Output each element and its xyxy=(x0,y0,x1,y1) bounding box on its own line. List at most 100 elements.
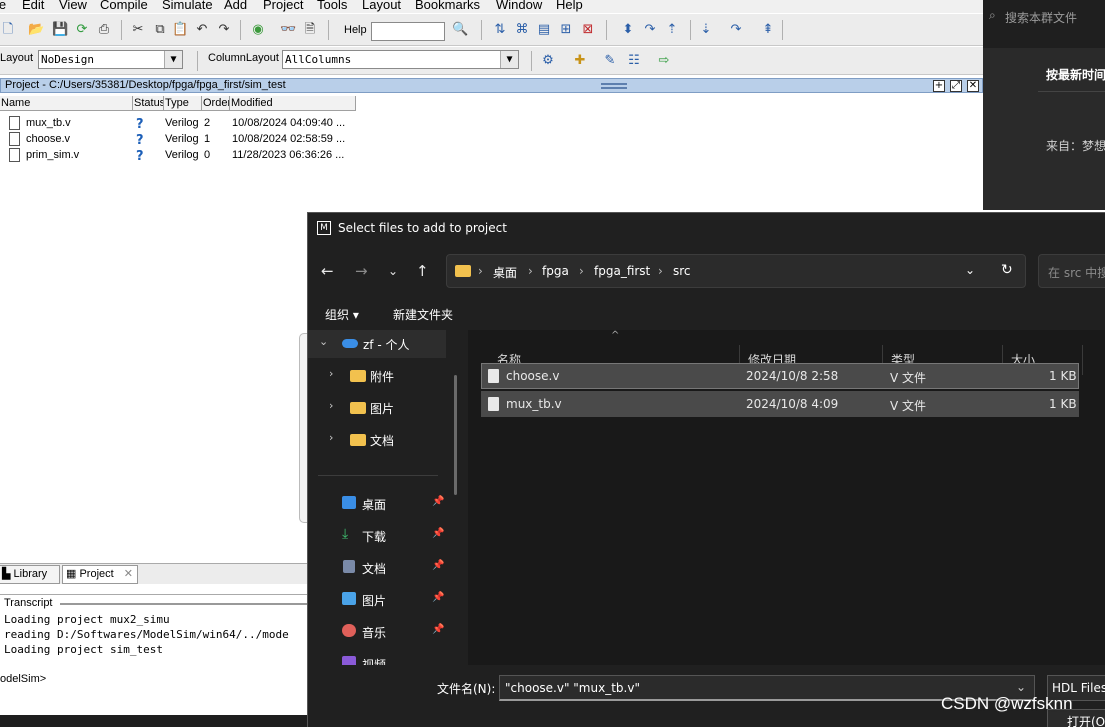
nav-folder-attachments[interactable]: › 附件 xyxy=(308,362,446,390)
undock-icon[interactable]: ⤢ xyxy=(950,80,962,92)
chevron-right-icon[interactable]: › xyxy=(329,367,333,380)
quick-access-documents[interactable]: 文档 📌 xyxy=(308,554,453,582)
column-header-type[interactable]: Type xyxy=(164,96,202,111)
chevron-right-icon[interactable]: › xyxy=(329,399,333,412)
redo-icon[interactable]: ↷ xyxy=(216,22,232,38)
pin-icon[interactable]: 📌 xyxy=(432,592,444,603)
csdn-search-bar[interactable]: ⌕ 搜索本群文件 xyxy=(983,0,1105,48)
step-out-dropdown-icon[interactable]: ⇞ xyxy=(760,22,776,38)
address-history-chevron-icon[interactable]: ⌄ xyxy=(965,263,975,277)
menu-add[interactable]: Add xyxy=(224,0,247,12)
close-tab-icon[interactable]: ✕ xyxy=(124,566,133,583)
compile-icon[interactable]: ◉ xyxy=(250,22,266,38)
menu-edit[interactable]: Edit xyxy=(22,0,44,12)
dataflow-icon[interactable]: ⌘ xyxy=(514,22,530,38)
refresh-icon[interactable]: ↻ xyxy=(1001,262,1013,278)
refresh-icon[interactable]: ⟳ xyxy=(74,22,90,38)
organize-button[interactable]: 组织 ▾ xyxy=(325,306,359,323)
step-icon[interactable]: ⬍ xyxy=(620,22,636,38)
menu-layout[interactable]: Layout xyxy=(362,0,401,12)
transcript-prompt[interactable]: odelSim> xyxy=(0,673,46,685)
print-icon[interactable]: ⎙ xyxy=(96,22,112,38)
quick-access-desktop[interactable]: 桌面 📌 xyxy=(308,490,453,518)
column-header-order[interactable]: Order xyxy=(202,96,230,111)
menu-view[interactable]: View xyxy=(59,0,87,12)
add-column-icon[interactable]: ✚ xyxy=(572,53,588,69)
chevron-down-icon[interactable]: ⌄ xyxy=(1016,680,1026,694)
nav-folder-pictures[interactable]: › 图片 xyxy=(308,394,446,422)
menu-help[interactable]: Help xyxy=(556,0,583,12)
nav-folder-documents[interactable]: › 文档 xyxy=(308,426,446,454)
column-settings-icon[interactable]: ⚙ xyxy=(540,53,556,69)
layout-select[interactable]: NoDesign ▼ xyxy=(38,50,183,69)
menu-project[interactable]: Project xyxy=(263,0,303,12)
nav-onedrive[interactable]: ⌄ zf - 个人 xyxy=(308,330,446,358)
table-row[interactable]: choose.v ? Verilog 1 10/08/2024 02:58:59… xyxy=(0,132,360,148)
recent-chevron-icon[interactable]: ⌄ xyxy=(388,264,398,278)
quick-access-videos[interactable]: 视频 xyxy=(308,650,453,665)
pin-icon[interactable]: 📌 xyxy=(432,624,444,635)
column-edit-icon[interactable]: ✎ xyxy=(602,53,618,69)
pin-icon[interactable]: 📌 xyxy=(432,560,444,571)
table-row[interactable]: mux_tb.v ? Verilog 2 10/08/2024 04:09:40… xyxy=(0,116,360,132)
menu-simulate[interactable]: Simulate xyxy=(162,0,213,12)
quick-access-music[interactable]: 音乐 📌 xyxy=(308,618,453,646)
menu-file[interactable]: le xyxy=(0,0,6,12)
sort-by-latest[interactable]: 按最新时间 xyxy=(1046,66,1105,83)
tab-project[interactable]: ▦ Project ✕ xyxy=(62,565,138,584)
list-item[interactable]: choose.v 2024/10/8 2:58 V 文件 1 KB xyxy=(481,363,1079,389)
find-doc-icon[interactable]: 🗎 xyxy=(302,22,318,38)
step-over-dropdown-icon[interactable]: ↷ xyxy=(728,22,744,38)
menu-tools[interactable]: Tools xyxy=(317,0,347,12)
paste-icon[interactable]: 📋 xyxy=(172,22,188,38)
breadcrumb-src[interactable]: src xyxy=(673,264,691,278)
drag-grip-icon[interactable] xyxy=(601,83,627,89)
list-item[interactable]: mux_tb.v 2024/10/8 4:09 V 文件 1 KB xyxy=(481,391,1079,417)
quick-access-downloads[interactable]: ⤓ 下载 📌 xyxy=(308,522,453,550)
open-folder-icon[interactable]: 📂 xyxy=(28,22,44,38)
step-into-icon[interactable]: ⇣ xyxy=(698,22,714,38)
chevron-down-icon[interactable]: ⌄ xyxy=(319,335,328,348)
cut-icon[interactable]: ✂ xyxy=(130,22,146,38)
table-row[interactable]: prim_sim.v ? Verilog 0 11/28/2023 06:36:… xyxy=(0,148,360,164)
dialog-titlebar[interactable]: M Select files to add to project xyxy=(308,213,1105,243)
column-header-name[interactable]: Name xyxy=(0,96,133,111)
chevron-right-icon[interactable]: › xyxy=(329,431,333,444)
add-pane-icon[interactable]: + xyxy=(933,80,945,92)
column-header-modified[interactable]: Modified xyxy=(230,96,356,111)
export-icon[interactable]: ⇨ xyxy=(656,53,672,69)
undo-icon[interactable]: ↶ xyxy=(194,22,210,38)
pin-icon[interactable]: 📌 xyxy=(432,528,444,539)
new-file-icon[interactable]: 🗋 xyxy=(0,22,16,38)
chevron-down-icon[interactable]: ▼ xyxy=(500,51,518,68)
breakpoint-icon[interactable]: ⊞ xyxy=(558,22,574,38)
menu-window[interactable]: Window xyxy=(496,0,542,12)
tab-library[interactable]: ▙ Library xyxy=(0,565,60,584)
folder-search-input[interactable]: 在 src 中搜 xyxy=(1038,254,1105,288)
step-over-icon[interactable]: ↷ xyxy=(642,22,658,38)
forward-arrow-icon[interactable]: → xyxy=(355,262,368,280)
clear-breakpoints-icon[interactable]: ⊠ xyxy=(580,22,596,38)
pin-icon[interactable]: 📌 xyxy=(432,496,444,507)
help-search-icon[interactable]: 🔍 xyxy=(452,22,468,38)
column-header-status[interactable]: Status xyxy=(133,96,164,111)
menu-bookmarks[interactable]: Bookmarks xyxy=(415,0,480,12)
find-binoculars-icon[interactable]: 👓 xyxy=(280,22,296,38)
save-icon[interactable]: 💾 xyxy=(52,22,68,38)
quick-access-pictures[interactable]: 图片 📌 xyxy=(308,586,453,614)
menu-compile[interactable]: Compile xyxy=(100,0,148,12)
new-folder-button[interactable]: 新建文件夹 xyxy=(393,306,453,323)
chevron-down-icon[interactable]: ▼ xyxy=(164,51,182,68)
breadcrumb-desktop[interactable]: 桌面 xyxy=(493,264,517,281)
back-arrow-icon[interactable]: ← xyxy=(321,262,334,280)
address-bar[interactable]: › 桌面 › fpga › fpga_first › src ⌄ ↻ xyxy=(446,254,1026,288)
column-layout-select[interactable]: AllColumns ▼ xyxy=(282,50,519,69)
wave-compare-icon[interactable]: ⇅ xyxy=(492,22,508,38)
memory-icon[interactable]: ▤ xyxy=(536,22,552,38)
step-out-icon[interactable]: ⇡ xyxy=(664,22,680,38)
close-icon[interactable]: ✕ xyxy=(967,80,979,92)
help-search-input[interactable] xyxy=(371,22,445,41)
copy-icon[interactable]: ⧉ xyxy=(152,22,168,38)
breadcrumb-fpga-first[interactable]: fpga_first xyxy=(594,264,650,278)
breadcrumb-fpga[interactable]: fpga xyxy=(542,264,569,278)
